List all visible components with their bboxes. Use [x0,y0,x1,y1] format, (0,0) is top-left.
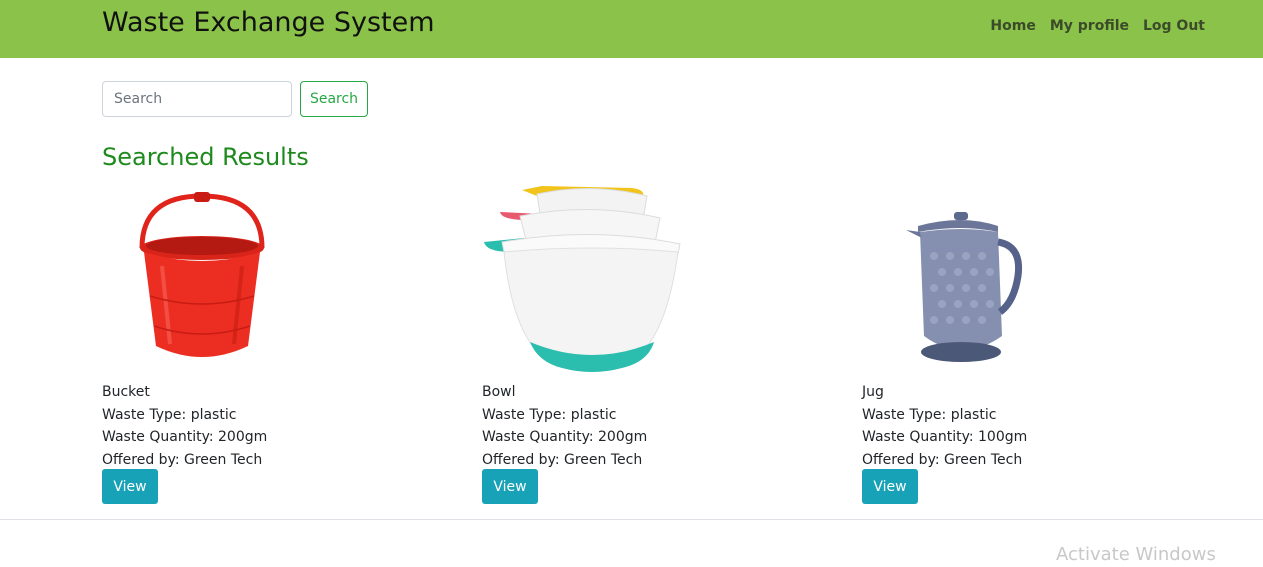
search-input[interactable] [102,81,292,117]
card-details: Bucket Waste Type: plastic Waste Quantit… [102,381,267,471]
view-button[interactable]: View [862,469,918,504]
item-name: Bucket [102,384,150,400]
nav-link-home[interactable]: Home [990,16,1035,36]
card-details: Bowl Waste Type: plastic Waste Quantity:… [482,381,647,471]
item-waste-quantity: Waste Quantity: 200gm [102,429,268,445]
nav-links: Home My profile Log Out [990,16,1205,36]
item-name: Jug [862,384,884,400]
item-offered-by: Offered by: Green Tech [102,451,263,468]
brand-title[interactable]: Waste Exchange System [102,4,435,42]
navbar: Waste Exchange System Home My profile Lo… [0,0,1263,58]
item-waste-type: Waste Type: plastic [102,406,237,423]
red-bucket-image [139,192,265,357]
nav-link-log-out[interactable]: Log Out [1143,16,1205,36]
item-waste-quantity: Waste Quantity: 100gm [862,429,1028,445]
item-waste-quantity: Waste Quantity: 200gm [482,429,648,445]
item-waste-type: Waste Type: plastic [862,406,997,423]
view-button[interactable]: View [102,469,158,504]
mixing-bowls-image [484,186,681,372]
footer-divider [0,519,1263,520]
item-name: Bowl [482,384,516,400]
item-offered-by: Offered by: Green Tech [862,451,1023,468]
glass-jug-image [906,212,1023,362]
item-waste-type: Waste Type: plastic [482,406,617,423]
nav-link-my-profile[interactable]: My profile [1050,16,1129,36]
view-button[interactable]: View [482,469,538,504]
results-title: Searched Results [102,143,309,171]
activate-windows-watermark: Activate Windows [1056,544,1216,565]
card-details: Jug Waste Type: plastic Waste Quantity: … [862,381,1027,471]
search-button[interactable]: Search [300,81,368,117]
item-offered-by: Offered by: Green Tech [482,451,643,468]
